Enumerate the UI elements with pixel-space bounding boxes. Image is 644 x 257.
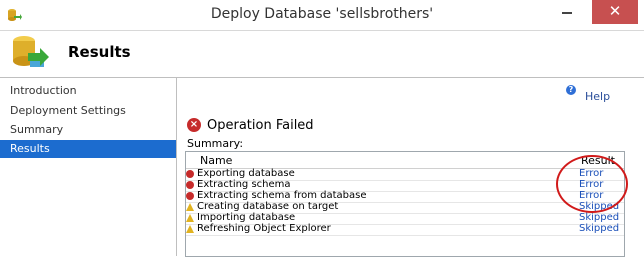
close-icon: ✕ [608,2,622,20]
table-row: Refreshing Object Explorer Skipped [186,223,624,236]
title-bar: Deploy Database 'sellsbrothers' ✕ [0,0,644,31]
help-link[interactable]: Help [585,90,610,103]
sidebar-item-label: Introduction [10,84,77,97]
column-header-name[interactable]: Name [200,154,232,167]
error-icon: × [187,118,201,132]
table-header: Name Result [186,152,624,169]
help-icon[interactable]: ? [566,85,576,95]
page-header: Results [0,31,644,78]
result-link[interactable]: Skipped [579,212,619,223]
sidebar-item-deployment-settings[interactable]: Deployment Settings [0,102,176,120]
step-name: Exporting database [197,168,295,179]
result-link[interactable]: Skipped [579,223,619,234]
error-icon [186,181,194,189]
column-header-result[interactable]: Result [581,154,615,167]
sidebar: Introduction Deployment Settings Summary… [0,78,177,256]
minimize-button[interactable] [544,0,590,24]
step-name: Importing database [197,212,296,223]
error-icon [186,170,194,178]
database-deploy-icon [13,36,49,67]
warning-icon [186,214,194,222]
page-title: Results [68,43,131,61]
deploy-database-window: Deploy Database 'sellsbrothers' ✕ Result… [0,0,644,257]
results-panel: ? Help × Operation Failed Summary: Name … [177,78,644,257]
operation-status-title: Operation Failed [207,118,314,133]
sidebar-item-introduction[interactable]: Introduction [0,82,176,100]
minimize-icon [562,12,572,14]
sidebar-item-results[interactable]: Results [0,140,176,158]
sidebar-item-label: Results [10,142,50,155]
step-name: Refreshing Object Explorer [197,223,331,234]
close-button[interactable]: ✕ [592,0,638,24]
error-icon [186,192,194,200]
warning-icon [186,225,194,233]
step-name: Extracting schema from database [197,190,367,201]
sidebar-item-label: Deployment Settings [10,104,126,117]
results-table: Name Result Exporting database Error Ext… [185,151,625,257]
warning-icon [186,203,194,211]
sidebar-item-label: Summary [10,123,64,136]
result-link[interactable]: Error [579,179,603,190]
step-name: Creating database on target [197,201,339,212]
summary-label: Summary: [187,137,244,150]
sidebar-item-summary[interactable]: Summary [0,121,176,139]
result-link[interactable]: Error [579,190,603,201]
result-link[interactable]: Skipped [579,201,619,212]
step-name: Extracting schema [197,179,291,190]
result-link[interactable]: Error [579,168,603,179]
